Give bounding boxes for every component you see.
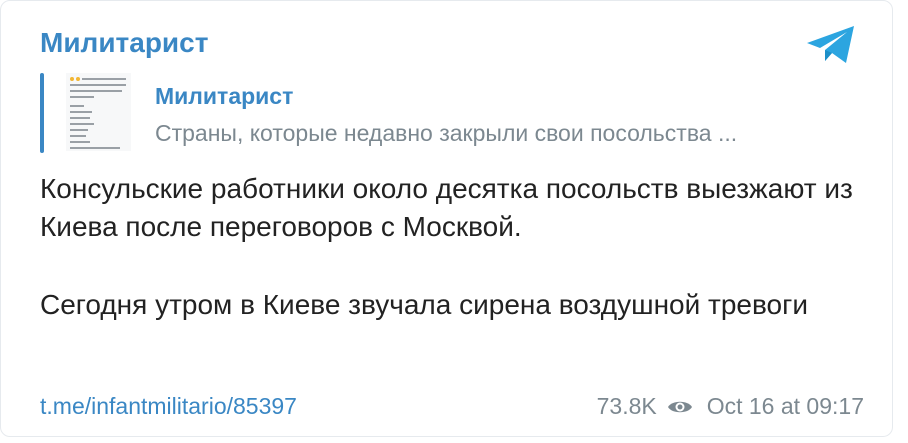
eye-icon — [667, 401, 692, 412]
telegram-icon[interactable] — [805, 25, 857, 65]
reply-bar — [40, 73, 44, 153]
view-count: 73.8K — [596, 393, 657, 419]
reply-thumbnail — [66, 73, 131, 151]
telegram-post-card: Милитарист Милитарист Страны, которые не… — [0, 0, 893, 437]
reply-text: Страны, которые недавно закрыли свои пос… — [155, 120, 738, 146]
reply-preview[interactable]: Милитарист Страны, которые недавно закры… — [40, 73, 880, 153]
message-paragraph: Сегодня утром в Киеве звучала сирена воз… — [40, 289, 808, 320]
message-paragraph: Консульские работники около десятка посо… — [40, 173, 853, 242]
post-link[interactable]: t.me/infantmilitario/85397 — [40, 393, 297, 420]
reply-title: Милитарист — [155, 83, 294, 109]
post-meta: 73.8K Oct 16 at 09:17 — [597, 393, 864, 420]
message-body: Консульские работники около десятка посо… — [40, 170, 860, 324]
channel-name[interactable]: Милитарист — [40, 27, 208, 59]
post-date: Oct 16 at 09:17 — [706, 393, 864, 419]
